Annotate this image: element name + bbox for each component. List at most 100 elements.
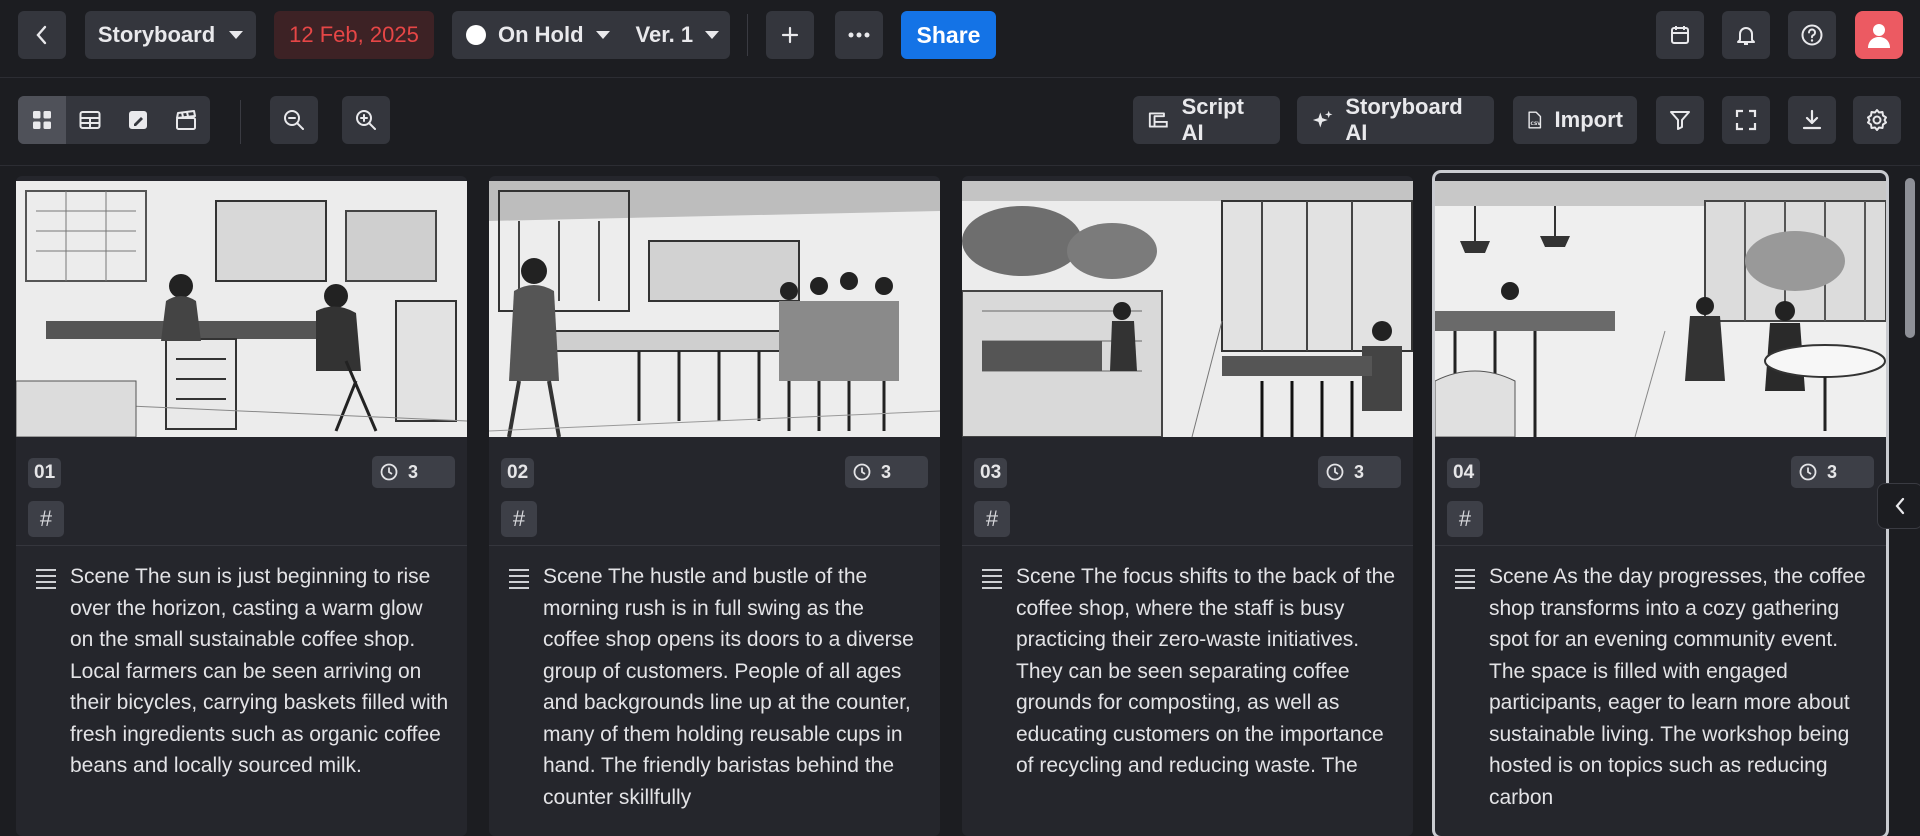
status-caret-icon[interactable] xyxy=(595,31,610,39)
text-lines-icon xyxy=(982,569,1002,593)
user-avatar[interactable] xyxy=(1855,11,1903,59)
svg-text:CSV: CSV xyxy=(1531,121,1542,127)
zoom-in-icon xyxy=(356,110,376,130)
calendar-button[interactable] xyxy=(1656,11,1704,59)
scene-thumbnail[interactable] xyxy=(1435,181,1886,437)
fullscreen-button[interactable] xyxy=(1722,96,1770,144)
status-version-group: On Hold Ver. 1 xyxy=(452,11,730,59)
duration-value: 3 xyxy=(408,461,419,482)
sparkles-icon xyxy=(1312,110,1333,128)
back-button[interactable] xyxy=(18,11,66,59)
scrollbar-thumb[interactable] xyxy=(1905,178,1915,338)
more-button[interactable] xyxy=(835,11,883,59)
scene-thumbnail[interactable] xyxy=(489,181,940,437)
calendar-icon xyxy=(1671,26,1689,44)
view-mode-group xyxy=(18,96,210,144)
import-button[interactable]: CSV Import xyxy=(1513,96,1637,144)
status-dot-icon xyxy=(466,25,486,45)
scene-description[interactable]: Scene The sun is just beginning to rise … xyxy=(70,561,450,782)
download-button[interactable] xyxy=(1788,96,1836,144)
shot-view-button[interactable] xyxy=(162,96,210,144)
scene-card[interactable]: 01 3 # Scene The sun is just beginning t… xyxy=(16,176,467,836)
due-date-badge[interactable]: 12 Feb, 2025 xyxy=(274,11,434,59)
scene-thumbnail[interactable] xyxy=(962,181,1413,437)
scene-card-selected[interactable]: 04 3 # Scene As the day progresses, the … xyxy=(1435,173,1886,836)
divider xyxy=(16,545,467,546)
tag-button[interactable]: # xyxy=(501,501,537,537)
storyboard-ai-label: Storyboard AI xyxy=(1345,94,1463,145)
duration-value: 3 xyxy=(1827,461,1838,482)
due-date: 12 Feb, 2025 xyxy=(289,22,419,47)
sketch-coffee-shop-back-image xyxy=(962,181,1413,437)
duration-value: 3 xyxy=(881,461,892,482)
toolbar: Script AI Storyboard AI CSV Import xyxy=(0,78,1920,166)
clock-icon xyxy=(380,463,398,481)
settings-button[interactable] xyxy=(1853,96,1901,144)
notifications-button[interactable] xyxy=(1722,11,1770,59)
project-dropdown[interactable]: Storyboard xyxy=(85,11,256,59)
storyboard-ai-button[interactable]: Storyboard AI xyxy=(1297,94,1494,145)
scene-thumbnail[interactable] xyxy=(16,181,467,437)
script-icon xyxy=(1148,112,1168,128)
text-lines-icon xyxy=(1455,569,1475,593)
scene-number: 01 xyxy=(28,458,62,488)
tag-button[interactable]: # xyxy=(28,501,64,537)
sketch-cafe-image xyxy=(489,181,940,437)
duration-value: 3 xyxy=(1354,461,1365,482)
image-view-button[interactable] xyxy=(114,96,162,144)
scene-card[interactable]: 02 3 # Scene The hustle and bustle of th… xyxy=(489,176,940,836)
fullscreen-icon xyxy=(1735,109,1757,131)
help-button[interactable] xyxy=(1788,11,1836,59)
text-lines-icon xyxy=(36,569,56,593)
plus-icon xyxy=(781,26,799,44)
zoom-in-button[interactable] xyxy=(342,96,390,144)
share-button[interactable]: Share xyxy=(901,11,996,59)
project-label: Storyboard xyxy=(97,22,216,47)
chevron-left-icon xyxy=(1895,497,1905,515)
caret-down-icon xyxy=(229,31,244,39)
help-icon xyxy=(1801,24,1823,46)
divider xyxy=(240,100,241,144)
clock-icon xyxy=(853,463,871,481)
table-view-button[interactable] xyxy=(66,96,114,144)
scene-number: 03 xyxy=(974,458,1008,488)
gear-icon xyxy=(1867,109,1887,131)
scene-card[interactable]: 03 3 # Scene The focus shifts to the bac… xyxy=(962,176,1413,836)
clock-icon xyxy=(1326,463,1344,481)
divider xyxy=(962,545,1413,546)
scene-duration[interactable]: 3 xyxy=(845,456,928,488)
text-lines-icon xyxy=(509,569,529,593)
filter-button[interactable] xyxy=(1656,96,1704,144)
add-button[interactable] xyxy=(766,11,814,59)
scene-duration[interactable]: 3 xyxy=(372,456,455,488)
scene-description[interactable]: Scene As the day progresses, the coffee … xyxy=(1489,561,1869,813)
grid-icon xyxy=(33,111,51,129)
more-horizontal-icon xyxy=(848,32,870,38)
zoom-out-icon xyxy=(284,110,304,130)
scene-number: 04 xyxy=(1447,458,1481,488)
user-icon xyxy=(1868,24,1890,48)
top-bar: Storyboard 12 Feb, 2025 On Hold Ver. 1 S… xyxy=(0,0,1920,78)
script-ai-label: Script AI xyxy=(1181,94,1244,145)
grid-view-button[interactable] xyxy=(18,96,66,144)
clapperboard-icon xyxy=(176,110,196,130)
sketch-office-image xyxy=(16,181,467,437)
tag-button[interactable]: # xyxy=(1447,501,1483,537)
status-label[interactable]: On Hold xyxy=(498,22,584,48)
scene-description[interactable]: Scene The hustle and bustle of the morni… xyxy=(543,561,923,813)
tag-button[interactable]: # xyxy=(974,501,1010,537)
table-icon xyxy=(79,111,101,129)
zoom-out-button[interactable] xyxy=(270,96,318,144)
script-ai-button[interactable]: Script AI xyxy=(1133,94,1280,145)
bell-icon xyxy=(1737,27,1755,45)
divider xyxy=(489,545,940,546)
version-caret-icon[interactable] xyxy=(705,31,720,39)
panel-toggle-button[interactable] xyxy=(1877,483,1920,529)
scene-description[interactable]: Scene The focus shifts to the back of th… xyxy=(1016,561,1396,782)
version-label[interactable]: Ver. 1 xyxy=(636,22,694,48)
clock-icon xyxy=(1799,463,1817,481)
share-label: Share xyxy=(916,21,981,48)
scene-duration[interactable]: 3 xyxy=(1318,456,1401,488)
scene-number: 02 xyxy=(501,458,535,488)
scene-duration[interactable]: 3 xyxy=(1791,456,1874,488)
